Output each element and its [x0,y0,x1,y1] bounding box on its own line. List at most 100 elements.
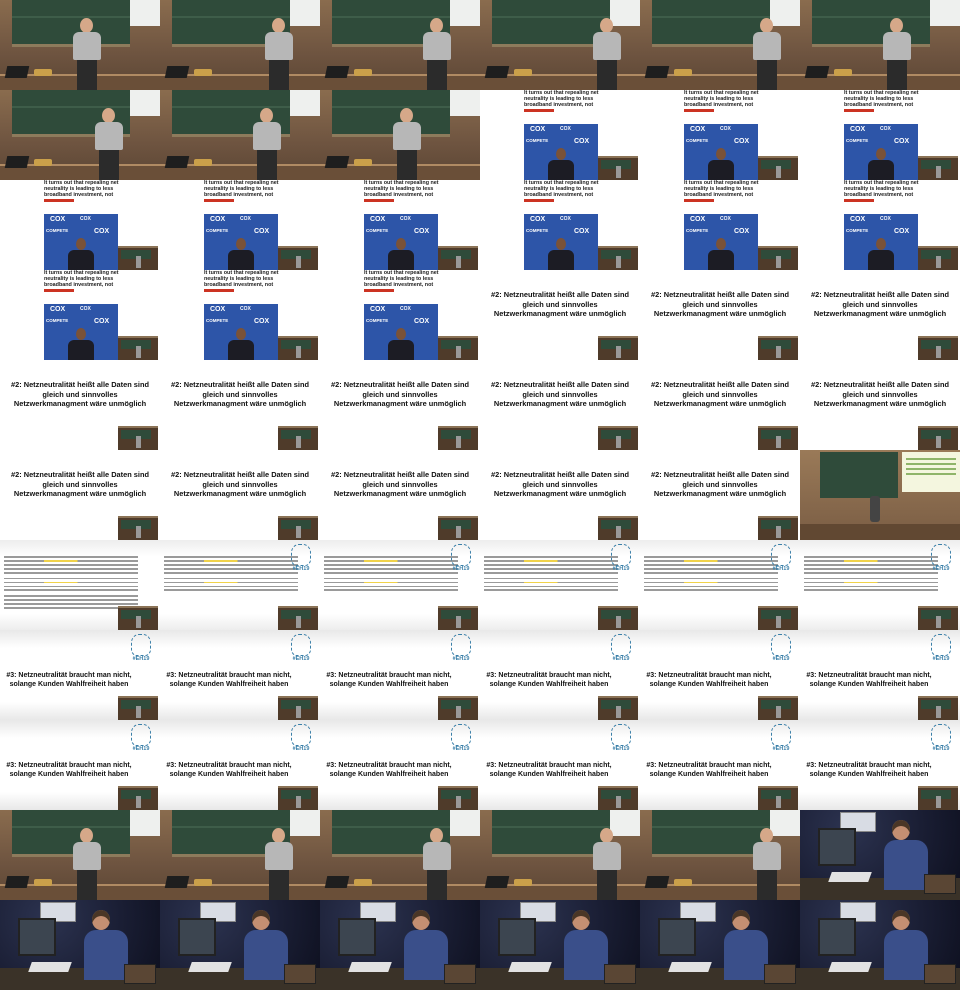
article-author [524,199,554,202]
speaker-shirt [265,32,293,60]
interviewee-suit [228,340,254,360]
document-text [4,556,138,611]
laptop [4,876,30,888]
camera-inset [278,336,318,360]
slide-caption: #3: Netzneutralität braucht man nicht, s… [326,762,452,779]
logo-left: COX [370,216,386,223]
video-frame-thumbnail [0,0,160,90]
person-head [572,910,590,930]
video-frame-thumbnail: It turns out that repealing net neutrali… [800,180,960,270]
interviewee-suit [708,250,734,270]
speaker-shirt [73,32,101,60]
slide-caption: #3: Netzneutralität braucht man nicht, s… [646,672,772,689]
speaker-legs [77,870,97,900]
camera-inset [284,964,316,984]
logo-top-right: COX [80,306,91,312]
interviewee [708,148,734,180]
video-frame-thumbnail: #3: Netzneutralität braucht man nicht, s… [480,630,640,720]
video-frame-thumbnail [480,900,640,990]
article-author [524,109,554,112]
logo-top-right: COX [880,126,891,132]
monitor [658,918,696,956]
speaker-legs [597,870,617,900]
person-at-desk [724,910,768,990]
logo-left: COX [690,126,706,133]
video-frame-thumbnail: #2: Netzneutralität heißt alle Daten sin… [160,450,320,540]
event-tag: #EH19 [292,566,310,572]
video-frame-thumbnail: #3: Netzneutralität braucht man nicht, s… [160,630,320,720]
laptop [4,156,30,168]
video-frame-thumbnail: #2: Netzneutralität heißt alle Daten sin… [480,450,640,540]
interviewee-suit [708,160,734,180]
speaker [880,18,914,90]
share-bar [204,296,274,309]
camera-inset [438,336,478,360]
video-frame-thumbnail [0,90,160,180]
interviewee [388,238,414,270]
speaker-legs [427,60,447,90]
logo-center: COMPETE [526,138,549,143]
video-frame-thumbnail [640,810,800,900]
keyboard [348,962,392,972]
bottles [34,69,52,76]
article-photo: COX COX COMPETE COX [204,304,278,360]
camera-inset [758,246,798,270]
share-bar [44,296,114,309]
speaker-shirt [423,842,451,870]
document-text [804,556,938,593]
speaker-shirt [593,32,621,60]
document-text [324,556,458,593]
video-frame-thumbnail: #3: Netzneutralität braucht man nicht, s… [800,630,960,720]
rabbit-icon [131,724,151,746]
speaker-shirt [753,842,781,870]
speaker-shirt [95,122,123,150]
camera-inset [924,874,956,894]
video-frame-thumbnail [160,90,320,180]
speaker-shirt [393,122,421,150]
share-bar [364,296,434,309]
rabbit-icon [931,544,951,566]
video-frame-thumbnail: It turns out that repealing net neutrali… [0,270,160,360]
speaker-legs [757,870,777,900]
speaker-shirt [73,842,101,870]
interviewee-head [876,238,886,250]
slide-caption: #3: Netzneutralität braucht man nicht, s… [166,672,292,689]
article-photo: COX COX COMPETE COX [844,124,918,180]
article-author [844,199,874,202]
video-frame-thumbnail [0,810,160,900]
speaker-shirt [753,32,781,60]
speaker [70,828,104,900]
logo-left: COX [210,216,226,223]
bottles [514,879,532,886]
interviewee [68,238,94,270]
slide-caption: #3: Netzneutralität braucht man nicht, s… [6,672,132,689]
article-author [364,289,394,292]
speaker-head [760,828,773,843]
projection-screen [902,452,960,492]
speaker-shirt [883,32,911,60]
speaker-legs [757,60,777,90]
event-tag: #EH19 [132,746,150,752]
video-frame-thumbnail: It turns out that repealing net neutrali… [0,180,160,270]
bottles [34,879,52,886]
speaker-shirt [593,842,621,870]
keyboard [28,962,72,972]
camera-inset [438,426,478,450]
slide-caption: #2: Netzneutralität heißt alle Daten sin… [171,380,309,409]
speaker-head [272,18,285,33]
camera-inset [438,606,478,630]
event-logo: #EH19 [928,724,954,752]
event-tag: #EH19 [932,656,950,662]
video-frame-thumbnail: #3: Netzneutralität braucht man nicht, s… [0,630,160,720]
video-frame-thumbnail: #2: Netzneutralität heißt alle Daten sin… [640,270,800,360]
video-frame-thumbnail [800,810,960,900]
camera-inset [918,696,958,720]
bottles [354,879,372,886]
logo-right: COX [414,318,430,325]
camera-inset [758,606,798,630]
video-frame-thumbnail [640,900,800,990]
video-frame-thumbnail: #EH19 [160,540,320,630]
lectern-desk [800,524,960,540]
video-frame-thumbnail: #2: Netzneutralität heißt alle Daten sin… [0,360,160,450]
event-tag: #EH19 [292,656,310,662]
